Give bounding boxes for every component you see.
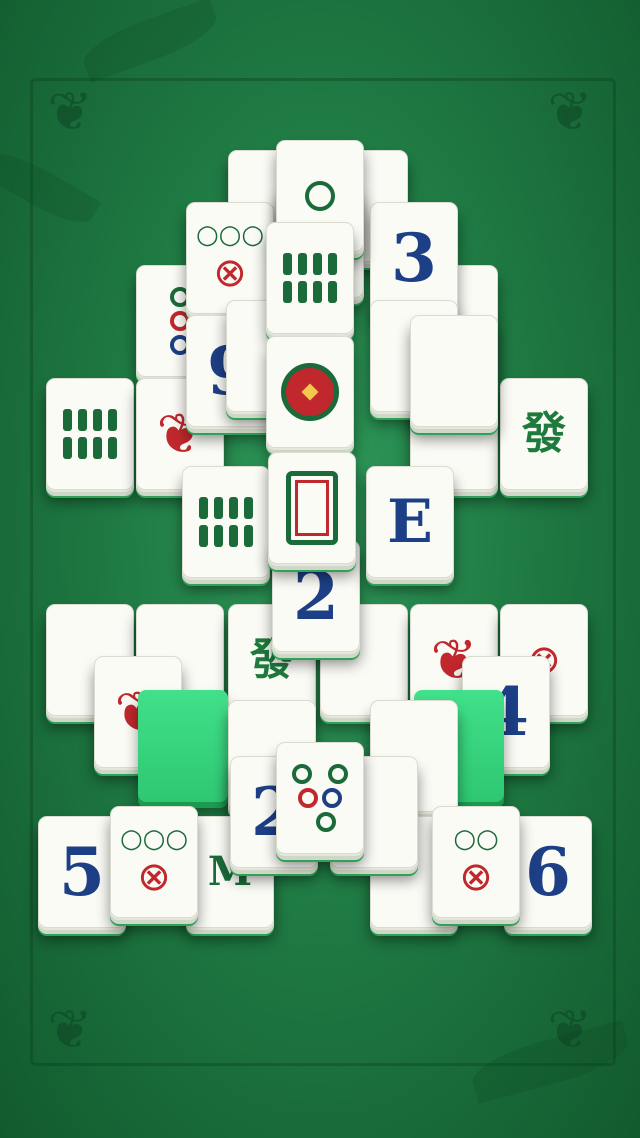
ornament-top-right: ❦ bbox=[547, 80, 593, 143]
mahjong-tile[interactable]: 3 bbox=[370, 202, 458, 314]
mahjong-tile[interactable] bbox=[46, 378, 134, 490]
ornament-bottom-left: ❦ bbox=[47, 998, 93, 1061]
dragon-glyph: 發 bbox=[522, 408, 566, 459]
bamboo-leaf-decoration bbox=[77, 0, 223, 83]
mahjong-tile[interactable]: ○○ ⊗ bbox=[432, 806, 520, 918]
number-glyph: 5 bbox=[59, 833, 105, 911]
mahjong-tile[interactable] bbox=[276, 742, 364, 854]
mahjong-tile[interactable]: ○○○ ⊗ bbox=[186, 202, 274, 314]
flower-icon bbox=[281, 363, 339, 421]
number-glyph: 6 bbox=[525, 833, 571, 911]
ornament-top-left: ❦ bbox=[47, 80, 93, 143]
frame-icon bbox=[286, 471, 338, 545]
empty-tile-slot-left[interactable] bbox=[138, 690, 228, 802]
mahjong-tile[interactable]: E bbox=[366, 466, 454, 578]
number-glyph: 2 bbox=[293, 557, 339, 635]
mahjong-tile[interactable] bbox=[182, 466, 270, 578]
number-glyph: 3 bbox=[391, 219, 437, 297]
mahjong-tile[interactable]: ○○○ ⊗ bbox=[110, 806, 198, 918]
mahjong-tile[interactable] bbox=[266, 222, 354, 334]
mahjong-tile[interactable] bbox=[268, 452, 356, 564]
wind-glyph: E bbox=[387, 487, 433, 557]
mahjong-tile[interactable] bbox=[266, 336, 354, 448]
mahjong-tile[interactable]: 發 bbox=[500, 378, 588, 490]
mahjong-board: ❦ ❦ ❦ ❦ ❦ 發 發 ❦ ⊗ ❦ 4 ○○○⊗ N 3 9 2 E bbox=[0, 0, 640, 1138]
mahjong-tile[interactable] bbox=[410, 315, 498, 427]
